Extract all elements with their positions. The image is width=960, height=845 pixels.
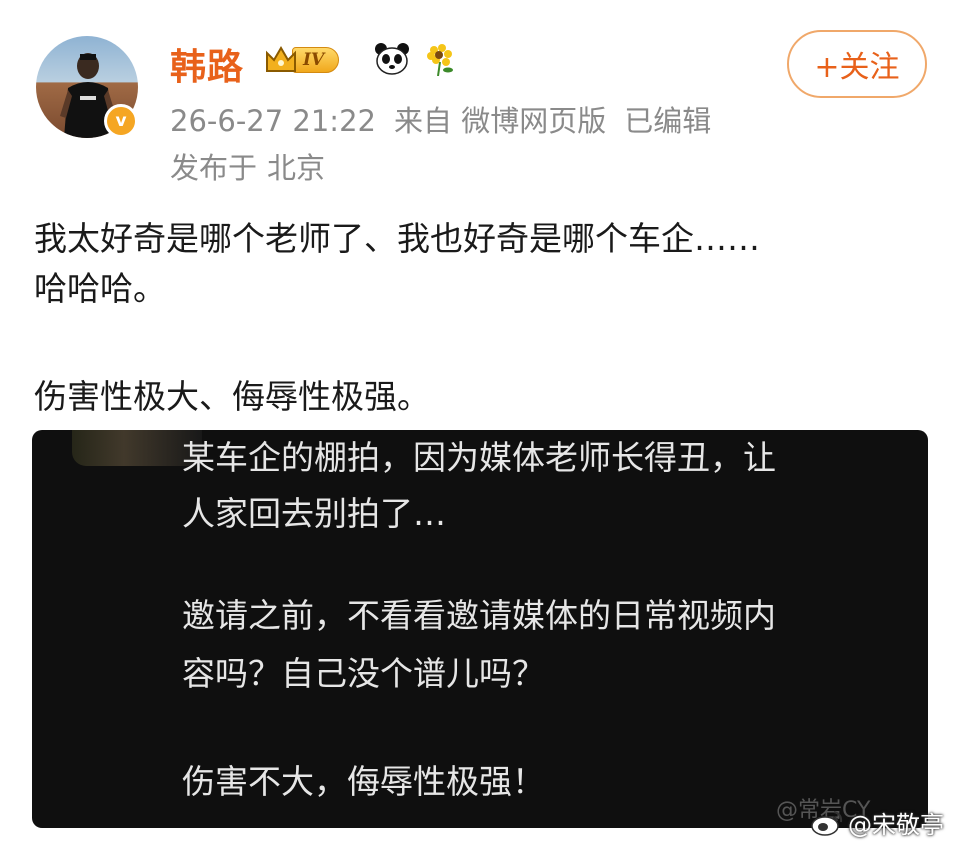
post-location: 发布于 北京 — [170, 145, 325, 187]
panda-icon — [374, 42, 410, 76]
sunflower-icon — [424, 42, 456, 77]
post-timestamp[interactable]: 26-6-27 21:22 — [170, 104, 376, 138]
post-text-line: 伤害性极大、侮辱性极强。 — [34, 377, 430, 416]
post-text-line: 哈哈哈。 — [34, 269, 166, 308]
edited-label[interactable]: 已编辑 — [624, 104, 711, 138]
embedded-text-line: 邀请之前，不看看邀请媒体的日常视频内 — [182, 596, 776, 635]
embedded-text-line: 容吗？自己没个谱儿吗？ — [182, 654, 545, 693]
level-label: IV — [292, 47, 340, 73]
watermark-repost: @宋敬亭 — [810, 805, 944, 840]
level-badge[interactable]: IV — [264, 44, 340, 76]
embedded-text-line: 人家回去别拍了… — [182, 494, 446, 533]
embedded-text-line: 某车企的棚拍，因为媒体老师长得丑，让 — [182, 438, 776, 477]
crown-icon — [264, 45, 296, 75]
post-source: 来自 微博网页版 — [393, 104, 607, 138]
weibo-logo-icon — [811, 810, 843, 836]
verified-badge-icon: v — [104, 104, 138, 138]
location-prefix: 发布于 — [170, 151, 258, 185]
weibo-post: v 韩路 IV +关注 26-6-27 21:22 来自 微博网页版 已编辑 发… — [0, 0, 960, 845]
follow-button[interactable]: +关注 — [787, 30, 927, 98]
watermark-text: @宋敬亭 — [848, 811, 944, 839]
location-value: 北京 — [267, 151, 326, 185]
post-meta: 26-6-27 21:22 来自 微博网页版 已编辑 — [170, 98, 729, 140]
embedded-screenshot[interactable]: 某车企的棚拍，因为媒体老师长得丑，让 人家回去别拍了… 邀请之前，不看看邀请媒体… — [32, 430, 928, 828]
username[interactable]: 韩路 — [170, 38, 244, 90]
post-text-line: 我太好奇是哪个老师了、我也好奇是哪个车企…… — [34, 219, 760, 258]
